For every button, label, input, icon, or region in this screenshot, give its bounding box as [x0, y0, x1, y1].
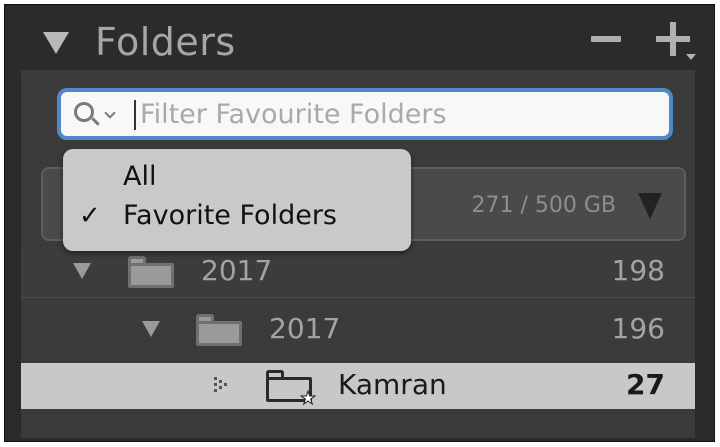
disclosure-triangle-icon[interactable]: [142, 321, 160, 337]
panel-title: Folders: [95, 20, 236, 64]
search-placeholder[interactable]: Filter Favourite Folders: [140, 98, 447, 132]
folder-count: 27: [626, 368, 665, 401]
sync-icon: [214, 377, 230, 393]
volume-size: 271 / 500 GB: [471, 193, 616, 218]
volume-toggle-icon[interactable]: [638, 193, 662, 219]
remove-folder-button[interactable]: [591, 36, 621, 42]
folder-row-selected[interactable]: ★ Kamran 27: [21, 363, 695, 409]
folder-icon: [128, 256, 174, 288]
chevron-down-icon[interactable]: [104, 107, 116, 119]
collapse-triangle-icon[interactable]: [43, 32, 69, 54]
folder-icon: [196, 314, 242, 346]
folder-name: Kamran: [338, 368, 447, 401]
star-icon: ★: [299, 388, 317, 409]
check-icon: ✓: [79, 201, 101, 231]
text-caret: [134, 100, 136, 130]
add-folder-button[interactable]: [656, 22, 696, 60]
search-field[interactable]: Filter Favourite Folders: [57, 88, 673, 140]
folder-name: 2017: [201, 254, 273, 287]
folder-name: 2017: [269, 312, 341, 345]
menu-item-favorite-folders[interactable]: Favorite Folders: [123, 199, 337, 233]
folder-row[interactable]: 2017 196: [21, 303, 695, 358]
chevron-down-icon: [686, 54, 696, 60]
panel-header[interactable]: Folders: [5, 5, 714, 75]
disclosure-triangle-icon[interactable]: [73, 263, 91, 279]
folder-count: 196: [611, 312, 665, 345]
folder-row[interactable]: 2017 198: [21, 247, 695, 298]
menu-item-all[interactable]: All: [123, 160, 156, 194]
folder-count: 198: [611, 254, 665, 287]
search-icon[interactable]: [74, 102, 94, 122]
folder-icon: ★: [266, 370, 317, 408]
filter-dropdown-menu: All ✓ Favorite Folders: [63, 149, 411, 251]
